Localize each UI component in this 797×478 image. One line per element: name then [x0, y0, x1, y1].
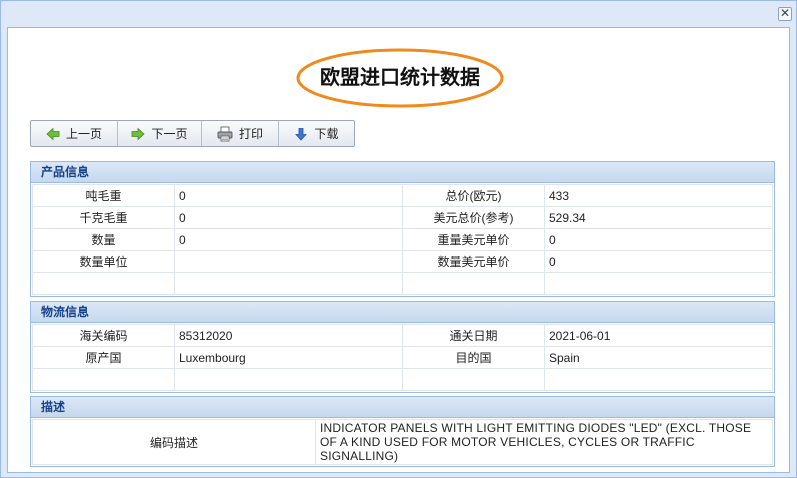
field-value: 0	[174, 228, 403, 251]
title-area: 欧盟进口统计数据	[296, 48, 504, 108]
download-button[interactable]: 下载	[279, 121, 354, 146]
prev-page-label: 上一页	[65, 127, 102, 141]
print-button[interactable]: 打印	[202, 121, 279, 146]
dialog-titlebar: ✕	[1, 1, 796, 27]
table-row: 编码描述 INDICATOR PANELS WITH LIGHT EMITTIN…	[32, 419, 773, 465]
panel-header-description: 描述	[31, 397, 774, 418]
logistics-info-panel: 物流信息 海关编码 85312020 通关日期 2021-06-01 原产国 L…	[30, 301, 775, 393]
table-row: 数量单位 数量美元单价 0	[32, 250, 773, 273]
field-value: 433	[544, 184, 773, 207]
close-icon[interactable]: ✕	[778, 7, 792, 21]
table-row: 千克毛重 0 美元总价(参考) 529.34	[32, 206, 773, 229]
field-value: INDICATOR PANELS WITH LIGHT EMITTING DIO…	[315, 419, 773, 465]
field-value: 0	[544, 228, 773, 251]
description-panel: 描述 编码描述 INDICATOR PANELS WITH LIGHT EMIT…	[30, 396, 775, 467]
field-label: 目的国	[402, 346, 545, 369]
arrow-right-icon	[132, 127, 146, 140]
field-value: 2021-06-01	[544, 324, 773, 347]
field-label: 总价(欧元)	[402, 184, 545, 207]
field-label: 数量美元单价	[402, 250, 545, 273]
field-value	[174, 250, 403, 273]
empty-cell	[32, 368, 175, 391]
next-page-button[interactable]: 下一页	[118, 121, 202, 146]
product-info-panel: 产品信息 吨毛重 0 总价(欧元) 433 千克毛重 0 美元总价(参考) 52…	[30, 161, 775, 297]
field-value: Luxembourg	[174, 346, 403, 369]
field-label: 吨毛重	[32, 184, 175, 207]
field-value: 0	[174, 206, 403, 229]
field-label: 数量单位	[32, 250, 175, 273]
table-row-empty	[32, 272, 773, 295]
panel-header-logistics: 物流信息	[31, 302, 774, 323]
field-label: 海关编码	[32, 324, 175, 347]
prev-page-button[interactable]: 上一页	[31, 121, 118, 146]
table-row: 海关编码 85312020 通关日期 2021-06-01	[32, 324, 773, 347]
field-label: 美元总价(参考)	[402, 206, 545, 229]
field-value: 529.34	[544, 206, 773, 229]
field-value: 0	[174, 184, 403, 207]
empty-cell	[174, 368, 403, 391]
table-row: 数量 0 重量美元单价 0	[32, 228, 773, 251]
field-label: 通关日期	[402, 324, 545, 347]
table-row: 吨毛重 0 总价(欧元) 433	[32, 184, 773, 207]
empty-cell	[402, 368, 545, 391]
arrow-left-icon	[46, 127, 60, 140]
empty-cell	[32, 272, 175, 295]
field-label: 原产国	[32, 346, 175, 369]
field-label: 重量美元单价	[402, 228, 545, 251]
empty-cell	[544, 272, 773, 295]
dialog-window: ✕ 欧盟进口统计数据 上一页 下一页 打印 下载 产品信息 吨毛重 0 总价(欧…	[0, 0, 797, 478]
printer-icon	[217, 126, 233, 141]
field-label: 数量	[32, 228, 175, 251]
empty-cell	[174, 272, 403, 295]
field-label: 千克毛重	[32, 206, 175, 229]
field-value: 0	[544, 250, 773, 273]
empty-cell	[402, 272, 545, 295]
field-value: Spain	[544, 346, 773, 369]
empty-cell	[544, 368, 773, 391]
dialog-body: 欧盟进口统计数据 上一页 下一页 打印 下载 产品信息 吨毛重 0 总价(欧元)…	[7, 27, 790, 473]
logistics-info-table: 海关编码 85312020 通关日期 2021-06-01 原产国 Luxemb…	[32, 324, 773, 391]
table-row: 原产国 Luxembourg 目的国 Spain	[32, 346, 773, 369]
download-label: 下载	[314, 127, 339, 141]
toolbar: 上一页 下一页 打印 下载	[30, 120, 355, 147]
description-table: 编码描述 INDICATOR PANELS WITH LIGHT EMITTIN…	[32, 419, 773, 465]
next-page-label: 下一页	[151, 127, 188, 141]
panel-header-product: 产品信息	[31, 162, 774, 183]
print-label: 打印	[238, 127, 263, 141]
page-title: 欧盟进口统计数据	[320, 67, 480, 89]
field-value: 85312020	[174, 324, 403, 347]
product-info-table: 吨毛重 0 总价(欧元) 433 千克毛重 0 美元总价(参考) 529.34 …	[32, 184, 773, 295]
field-label: 编码描述	[32, 419, 316, 465]
arrow-down-icon	[295, 127, 308, 141]
table-row-empty	[32, 368, 773, 391]
